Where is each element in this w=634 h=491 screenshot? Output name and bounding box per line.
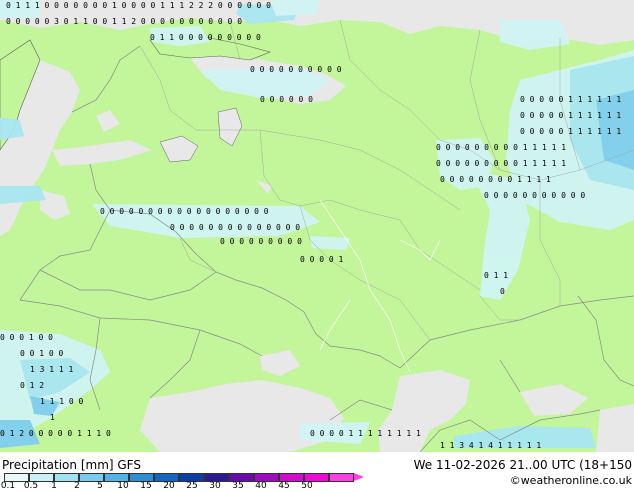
grid-value-row: 0 0 0 0 0 0 0 0 0 xyxy=(220,237,302,246)
grid-value-row: 0 0 0 0 0 0 0 0 0 0 0 xyxy=(484,191,585,200)
grid-value-row: 0 0 0 0 0 0 0 0 1 1 1 1 xyxy=(440,175,551,184)
precipitation-map: 0 1 1 1 0 0 0 0 0 0 0 1 0 0 0 0 1 1 1 2 … xyxy=(0,0,634,452)
grid-value-row: 0 0 0 0 1 1 1 1 1 1 1 1 xyxy=(310,429,421,438)
grid-value-row: 1 1 3 4 1 4 1 1 1 1 1 xyxy=(440,441,541,450)
grid-value-row: 0 1 1 0 0 0 0 0 0 0 0 0 xyxy=(150,33,261,42)
grid-value-row: 0 1 2 0 0 0 0 0 1 1 1 0 xyxy=(0,429,111,438)
grid-value-row: 0 0 0 0 0 0 0 0 0 0 xyxy=(250,65,342,74)
grid-value-row: 1 1 1 0 0 xyxy=(40,397,84,406)
grid-value-row: 0 1 2 xyxy=(20,381,44,390)
map-title: Precipitation [mm] GFS xyxy=(2,458,141,472)
grid-value-row: 0 0 0 0 0 1 1 1 1 1 1 xyxy=(520,127,621,136)
grid-value-row: 0 0 0 0 0 0 xyxy=(260,95,313,104)
valid-time-label: We 11-02-2026 21..00 UTC (18+150 xyxy=(413,458,632,472)
grid-value-row: 0 0 0 0 0 0 0 0 0 1 1 1 1 1 xyxy=(436,143,566,152)
grid-value-row: 0 0 0 0 0 3 0 1 1 0 0 1 1 2 0 0 0 0 0 0 … xyxy=(6,17,242,26)
grid-value-row: 1 3 1 1 1 xyxy=(30,365,74,374)
map-footer: Precipitation [mm] GFS We 11-02-2026 21.… xyxy=(0,452,634,491)
grid-value-row: 0 0 0 0 0 0 0 0 0 1 1 1 1 1 xyxy=(436,159,566,168)
grid-value-row: 0 0 0 1 0 0 xyxy=(0,333,53,342)
grid-value-row: 0 1 1 xyxy=(484,271,508,280)
grid-value-row: 0 0 1 0 0 xyxy=(20,349,64,358)
credit-link[interactable]: ©weatheronline.co.uk xyxy=(510,474,632,487)
grid-value-row: 1 xyxy=(50,413,55,422)
grid-value-row: 0 0 0 0 0 0 0 0 0 0 0 0 0 0 0 0 0 0 xyxy=(100,207,269,216)
grid-value-row: 0 1 1 1 0 0 0 0 0 0 0 1 0 0 0 0 1 1 1 2 … xyxy=(6,1,271,10)
scale-arrow xyxy=(354,473,364,481)
precip-color-scale xyxy=(4,473,364,482)
grid-value-row: 0 0 0 0 1 xyxy=(300,255,344,264)
grid-value-row: 0 0 0 0 0 0 0 0 0 0 0 0 0 0 xyxy=(170,223,300,232)
grid-value-row: 0 0 0 0 0 1 1 1 1 1 1 xyxy=(520,95,621,104)
grid-value-row: 0 0 0 0 0 1 1 1 1 1 1 xyxy=(520,111,621,120)
grid-value-row: 0 xyxy=(500,287,505,296)
